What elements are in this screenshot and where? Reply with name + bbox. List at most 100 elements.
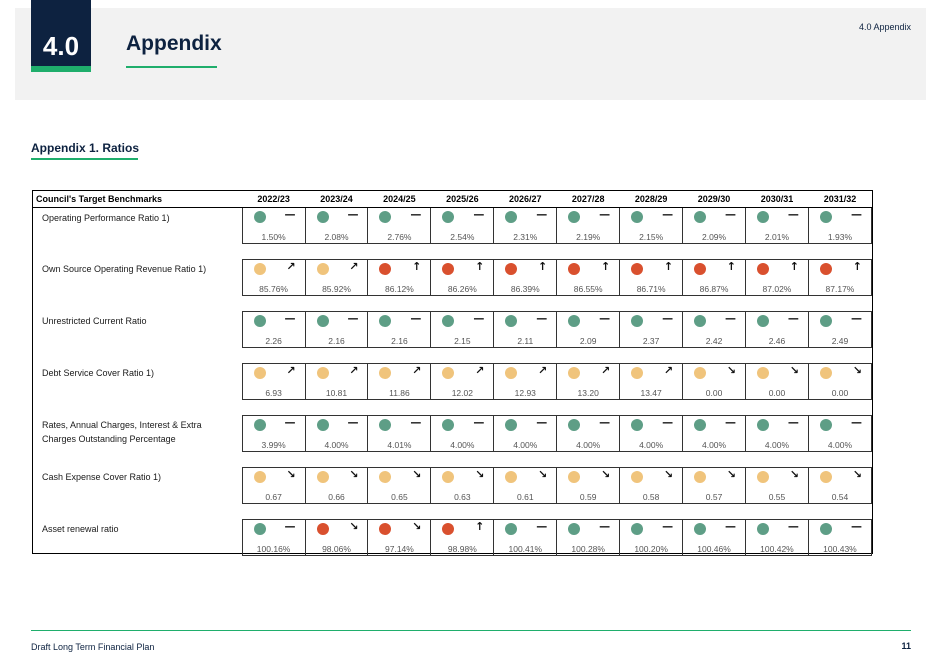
section-number-badge: 4.0 [31, 0, 91, 72]
trend-arrow-icon: ↘ [475, 467, 485, 481]
ratio-value: 2.26 [265, 335, 282, 346]
status-indicator-icon [253, 210, 266, 223]
ratio-value: 2.54% [450, 231, 475, 242]
ratio-value: 6.93 [265, 387, 282, 398]
trend-arrow-icon: — [787, 207, 799, 221]
row-spacer-cell [33, 295, 872, 311]
ratio-value: 1.93% [827, 231, 853, 242]
ratio-cell: ↘ 0.58 [619, 466, 684, 504]
status-indicator-icon [819, 470, 832, 483]
ratio-value: 2.31% [513, 231, 538, 242]
status-indicator-icon [316, 522, 329, 535]
ratio-value: 4.00% [324, 439, 349, 450]
ratio-cell: — 4.00% [556, 414, 621, 452]
status-indicator-icon [694, 470, 707, 483]
trend-arrow-icon: — [536, 311, 548, 325]
status-indicator-icon [253, 418, 266, 431]
ratio-cell: —2.16 [304, 310, 369, 348]
status-indicator-icon [253, 314, 266, 327]
status-indicator-icon [819, 262, 832, 275]
trend-arrow-icon: — [473, 415, 485, 429]
status-indicator-icon [505, 418, 518, 431]
ratio-cell: — 100.41% [493, 518, 558, 556]
trend-arrow-icon: — [851, 311, 862, 325]
status-indicator-icon [316, 262, 329, 275]
status-indicator-icon [505, 210, 518, 223]
ratio-value: 0.58 [642, 491, 660, 502]
status-indicator-icon [694, 314, 707, 327]
ratio-value: 0.00 [831, 387, 849, 398]
trend-arrow-icon: ↘ [349, 519, 359, 533]
ratio-cell: ↗ 10.81 [304, 362, 369, 400]
ratio-cell: ↑ 87.17% [807, 258, 873, 296]
year-header: 2025/26 [430, 191, 494, 208]
ratio-value: 2.37 [642, 335, 660, 346]
ratio-cell: ↑ 86.71% [619, 258, 684, 296]
status-indicator-icon [253, 366, 266, 379]
status-indicator-icon [379, 418, 392, 431]
ratio-value: 0.61 [517, 491, 534, 502]
trend-arrow-icon: ↘ [726, 363, 736, 377]
status-indicator-icon [568, 366, 581, 379]
status-indicator-icon [505, 470, 518, 483]
status-indicator-icon [757, 418, 769, 431]
status-indicator-icon [442, 210, 455, 223]
status-indicator-icon [379, 470, 392, 483]
status-indicator-icon [568, 314, 581, 327]
trend-arrow-icon: ↗ [412, 363, 422, 377]
status-indicator-icon [631, 522, 644, 535]
ratio-cell: — 100.43% [807, 518, 873, 556]
ratio-value: 0.54 [831, 491, 849, 502]
ratio-cell: ↗ 11.86 [367, 362, 432, 400]
status-indicator-icon [253, 470, 266, 483]
status-indicator-icon [694, 522, 707, 535]
status-indicator-icon [631, 314, 644, 327]
ratio-cell: ↘ 0.57 [682, 466, 746, 504]
ratio-value: 2.11 [517, 335, 534, 346]
year-header: 2031/32 [808, 191, 872, 208]
ratio-value: 2.15% [639, 231, 664, 242]
trend-arrow-icon: — [662, 519, 674, 533]
ratio-cell: ↗ 13.47 [619, 362, 684, 400]
ratio-value: 2.76% [387, 231, 412, 242]
status-indicator-icon [505, 262, 518, 275]
status-indicator-icon [316, 210, 329, 223]
trend-arrow-icon: — [851, 519, 862, 533]
row-spacer [33, 451, 872, 467]
trend-arrow-icon: — [662, 207, 674, 221]
status-indicator-icon [757, 470, 769, 483]
table-row: Cash Expense Cover Ratio 1) ↘ 0.67 ↘ 0.66 ↘ 0.… [33, 466, 873, 504]
status-indicator-icon [819, 366, 832, 379]
trend-arrow-icon: — [284, 311, 296, 325]
ratio-value: 86.39% [510, 283, 540, 294]
ratio-cell: ↑ 86.55% [556, 258, 621, 296]
ratio-cell: ↑ 86.39% [493, 258, 558, 296]
ratio-value: 1.50% [261, 231, 286, 242]
trend-arrow-icon: ↗ [538, 363, 548, 377]
ratio-cell: ↘ 0.61 [493, 466, 558, 504]
trend-arrow-icon: — [787, 519, 799, 533]
ratio-value: 2.19% [576, 231, 601, 242]
ratio-cell: ↗ 85.92% [304, 258, 369, 296]
status-indicator-icon [568, 210, 581, 223]
status-indicator-icon [505, 314, 518, 327]
ratio-cell: — 4.00% [807, 414, 873, 452]
ratio-value: 4.00% [639, 439, 664, 450]
year-header: 2026/27 [493, 191, 557, 208]
status-indicator-icon [694, 418, 707, 431]
year-header: 2023/24 [305, 191, 368, 208]
ratio-value: 2.49 [831, 335, 849, 346]
ratio-cell: — 4.00% [682, 414, 746, 452]
trend-arrow-icon: ↑ [538, 259, 548, 273]
page-title-underline [126, 66, 217, 68]
trend-arrow-icon: ↑ [663, 259, 674, 273]
ratio-value: 100.43% [823, 543, 857, 554]
row-spacer-cell [33, 347, 872, 363]
ratio-cell: — 2.08% [304, 206, 369, 244]
trend-arrow-icon: ↘ [412, 467, 422, 481]
table-row: Rates, Annual Charges, Interest & Extra … [33, 414, 873, 452]
status-indicator-icon [316, 314, 329, 327]
metric-label: Cash Expense Cover Ratio 1) [42, 472, 162, 482]
ratio-value: 0.55 [768, 491, 786, 502]
status-indicator-icon [631, 366, 644, 379]
